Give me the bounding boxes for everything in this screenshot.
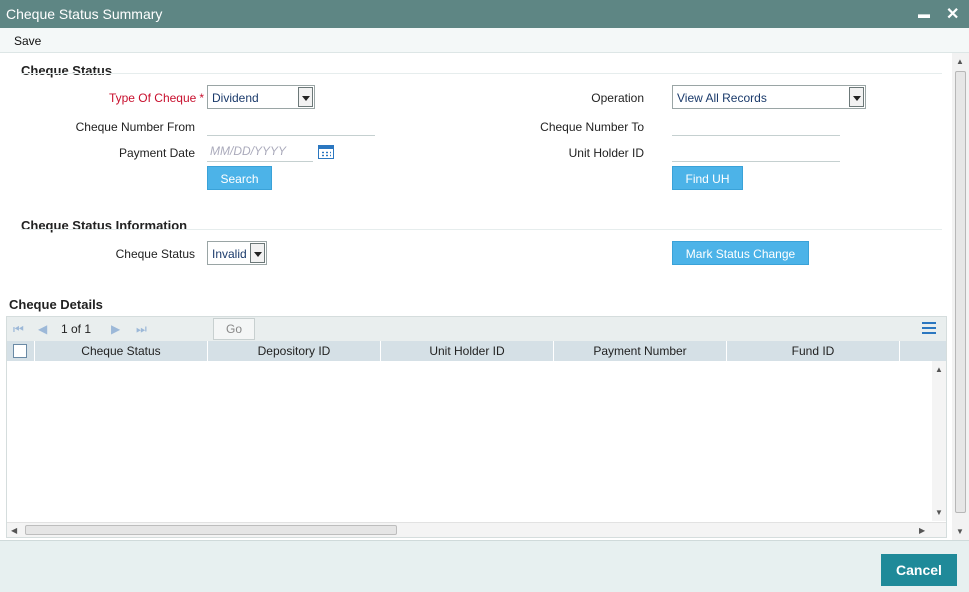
grid-pager: ⏮ ◀ 1 of 1 ▶ ⏭ Go [7, 317, 946, 341]
chevron-down-icon[interactable] [298, 87, 313, 107]
menu-bar: Save [0, 28, 969, 53]
type-of-cheque-value: Dividend [212, 91, 259, 105]
calendar-icon[interactable] [318, 145, 334, 159]
cheque-status-label: Cheque Status [115, 247, 195, 261]
search-button[interactable]: Search [207, 166, 272, 190]
cheque-details-heading: Cheque Details [9, 297, 103, 312]
operation-value: View All Records [677, 91, 767, 105]
operation-label: Operation [591, 91, 644, 105]
unit-holder-id-label: Unit Holder ID [568, 146, 644, 160]
prev-page-icon[interactable]: ◀ [38, 322, 47, 336]
cheque-status-select[interactable]: Invalid [207, 241, 267, 265]
close-icon[interactable]: ✕ [946, 4, 959, 24]
unit-holder-id-input[interactable] [672, 140, 840, 162]
cheque-status-value: Invalid [212, 247, 247, 261]
last-page-icon[interactable]: ⏭ [136, 322, 147, 337]
type-of-cheque-label-text: Type Of Cheque [108, 91, 197, 105]
find-uh-button[interactable]: Find UH [672, 166, 743, 190]
cheque-number-to-label: Cheque Number To [540, 120, 644, 134]
page-scroll-thumb[interactable] [955, 71, 966, 513]
page-indicator: 1 of 1 [61, 322, 92, 336]
footer-bar: Cancel [0, 540, 969, 592]
scroll-up-icon[interactable]: ▲ [935, 365, 943, 374]
cheque-status-info-heading: Cheque Status Information [21, 218, 188, 233]
column-header-cheque-status[interactable]: Cheque Status [35, 341, 208, 361]
type-of-cheque-label: Type Of Cheque * [109, 91, 204, 105]
cheque-number-to-input[interactable] [672, 114, 840, 136]
save-menu-item[interactable]: Save [14, 34, 41, 48]
payment-date-input[interactable] [207, 140, 313, 162]
section-divider [21, 229, 942, 230]
select-all-checkbox[interactable] [13, 344, 27, 358]
title-bar: Cheque Status Summary ▬ ✕ [0, 0, 969, 28]
cheque-number-from-label: Cheque Number From [75, 120, 195, 134]
go-button[interactable]: Go [213, 318, 255, 340]
section-divider [21, 73, 942, 74]
required-mark: * [199, 91, 204, 105]
scroll-left-icon[interactable]: ◀ [11, 526, 17, 535]
minimize-icon[interactable]: ▬ [918, 7, 930, 21]
cheque-details-grid: ⏮ ◀ 1 of 1 ▶ ⏭ Go Cheque Status Deposito… [6, 316, 947, 538]
select-all-cell [7, 341, 35, 361]
next-page-icon[interactable]: ▶ [111, 322, 120, 336]
cheque-status-heading: Cheque Status [21, 63, 113, 78]
main-content: Cheque Status Type Of Cheque * Dividend O… [0, 53, 952, 540]
column-header-unit-holder-id[interactable]: Unit Holder ID [381, 341, 554, 361]
scroll-up-icon[interactable]: ▲ [956, 57, 964, 66]
column-header-fund-id[interactable]: Fund ID [727, 341, 900, 361]
window-title: Cheque Status Summary [6, 6, 163, 22]
grid-horizontal-scrollbar[interactable]: ◀ ▶ [7, 522, 946, 537]
grid-vertical-scrollbar[interactable]: ▲ ▼ [932, 361, 946, 521]
horizontal-scroll-thumb[interactable] [25, 525, 397, 535]
scroll-down-icon[interactable]: ▼ [956, 527, 964, 536]
cancel-button[interactable]: Cancel [881, 554, 957, 586]
mark-status-change-button[interactable]: Mark Status Change [672, 241, 809, 265]
operation-select[interactable]: View All Records [672, 85, 866, 109]
cheque-number-from-input[interactable] [207, 114, 375, 136]
chevron-down-icon[interactable] [849, 87, 864, 107]
chevron-down-icon[interactable] [250, 243, 265, 263]
column-header-payment-number[interactable]: Payment Number [554, 341, 727, 361]
first-page-icon[interactable]: ⏮ [13, 322, 24, 337]
scroll-down-icon[interactable]: ▼ [935, 508, 943, 517]
column-header-depository-id[interactable]: Depository ID [208, 341, 381, 361]
scroll-right-icon[interactable]: ▶ [919, 526, 925, 535]
page-vertical-scrollbar[interactable]: ▲ ▼ [952, 53, 969, 540]
column-list-icon[interactable] [922, 322, 936, 334]
type-of-cheque-select[interactable]: Dividend [207, 85, 315, 109]
grid-header: Cheque Status Depository ID Unit Holder … [7, 341, 946, 361]
payment-date-label: Payment Date [118, 146, 195, 160]
